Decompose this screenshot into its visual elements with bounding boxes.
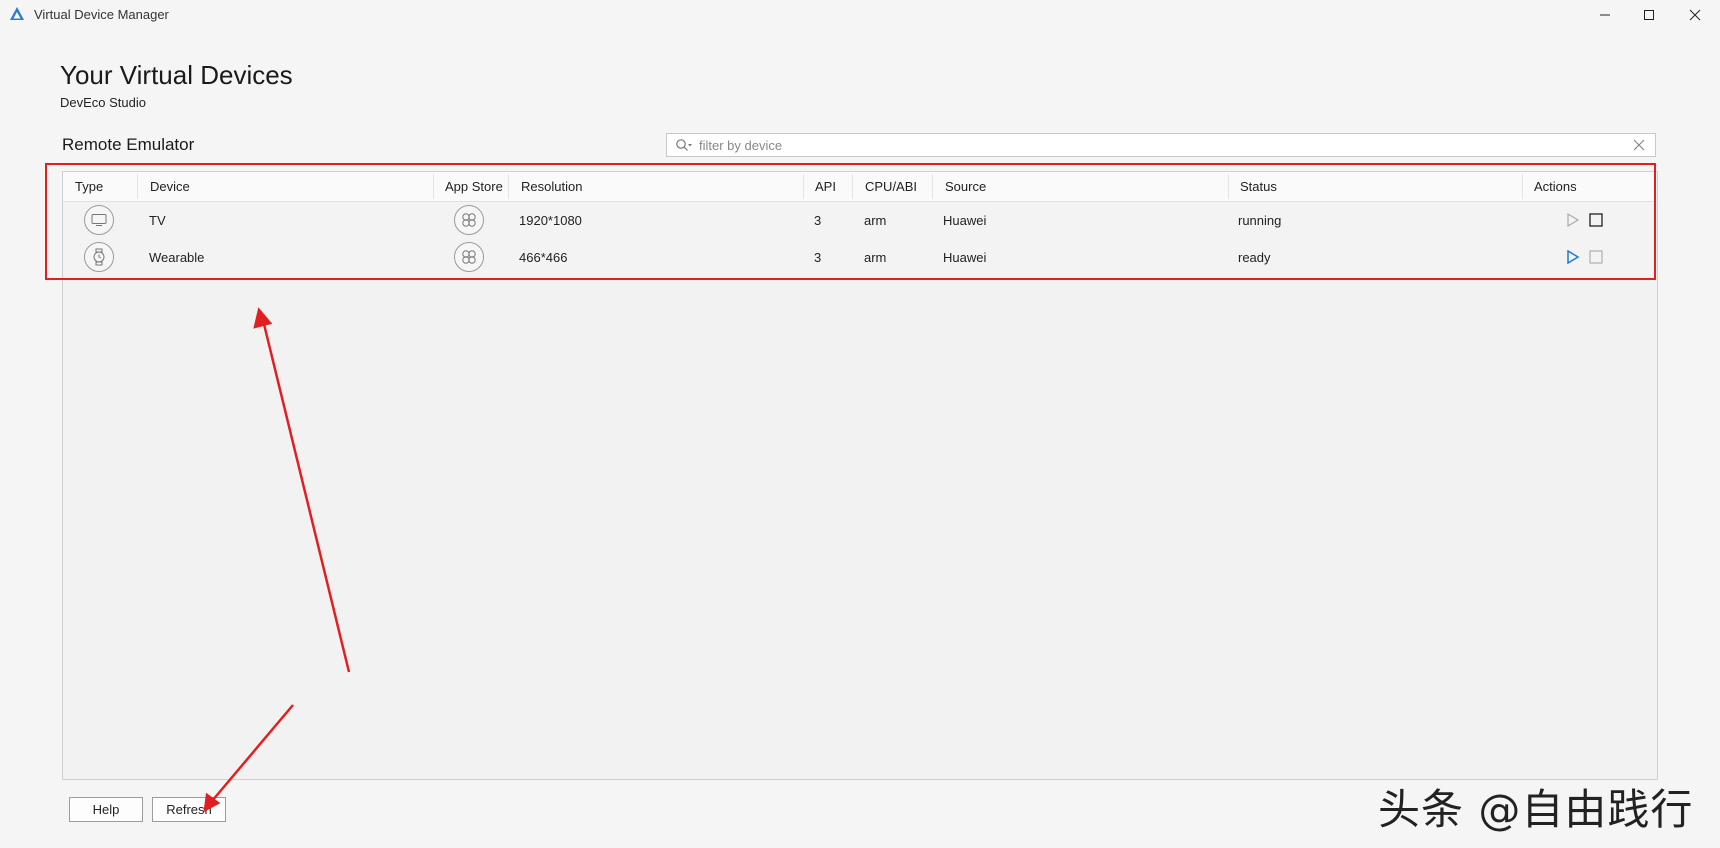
minimize-icon (1600, 14, 1610, 16)
table-row[interactable]: Wearable 466*466 3 arm Huawei ready (63, 239, 1657, 276)
tv-icon (84, 205, 114, 235)
column-header-cpu-abi[interactable]: CPU/ABI (865, 172, 917, 201)
column-header-status[interactable]: Status (1240, 172, 1277, 201)
app-store-icon (454, 242, 484, 272)
device-name: Wearable (149, 250, 205, 265)
cpu-abi: arm (864, 213, 887, 228)
deveco-logo-icon (10, 7, 24, 20)
api-level: 3 (814, 213, 822, 228)
watch-icon (84, 242, 114, 272)
refresh-button[interactable]: Refresh (152, 797, 226, 822)
api-level: 3 (814, 250, 822, 265)
play-icon[interactable] (1566, 213, 1580, 227)
stop-icon[interactable] (1589, 250, 1603, 264)
column-header-app-store[interactable]: App Store (445, 172, 503, 201)
status: running (1238, 213, 1282, 228)
clear-search-icon[interactable] (1633, 139, 1645, 151)
help-button[interactable]: Help (69, 797, 143, 822)
column-header-device[interactable]: Device (150, 172, 190, 201)
device-name: TV (149, 213, 166, 228)
close-icon (1689, 9, 1701, 21)
resolution: 1920*1080 (519, 213, 582, 228)
page-title: Your Virtual Devices (60, 60, 293, 90)
app-store-icon (454, 205, 484, 235)
maximize-button[interactable] (1626, 0, 1672, 30)
cpu-abi: arm (864, 250, 887, 265)
table-header: Type Device App Store Resolution API CPU… (63, 172, 1657, 202)
play-icon[interactable] (1566, 250, 1580, 264)
column-header-resolution[interactable]: Resolution (521, 172, 582, 201)
stop-icon[interactable] (1589, 213, 1603, 227)
column-header-type[interactable]: Type (75, 172, 103, 201)
status: ready (1238, 250, 1271, 265)
source: Huawei (943, 250, 987, 265)
window-title: Virtual Device Manager (34, 7, 169, 22)
title-bar: Virtual Device Manager (0, 0, 1720, 30)
table-row[interactable]: TV 1920*1080 3 arm Huawei running (63, 202, 1657, 239)
column-header-api[interactable]: API (815, 172, 836, 201)
minimize-button[interactable] (1582, 0, 1628, 30)
source: Huawei (943, 213, 987, 228)
search-input[interactable] (699, 136, 1619, 154)
page-subtitle: DevEco Studio (60, 95, 146, 110)
maximize-icon (1644, 10, 1654, 20)
column-header-actions: Actions (1534, 179, 1577, 194)
section-title: Remote Emulator (62, 135, 195, 154)
device-table: Type Device App Store Resolution API CPU… (62, 171, 1658, 780)
resolution: 466*466 (519, 250, 568, 265)
close-button[interactable] (1672, 0, 1718, 30)
search-icon (676, 139, 692, 151)
column-header-source[interactable]: Source (945, 172, 986, 201)
search-box[interactable] (666, 133, 1656, 157)
watermark-text: 头条 @自由践行 (1378, 785, 1694, 834)
